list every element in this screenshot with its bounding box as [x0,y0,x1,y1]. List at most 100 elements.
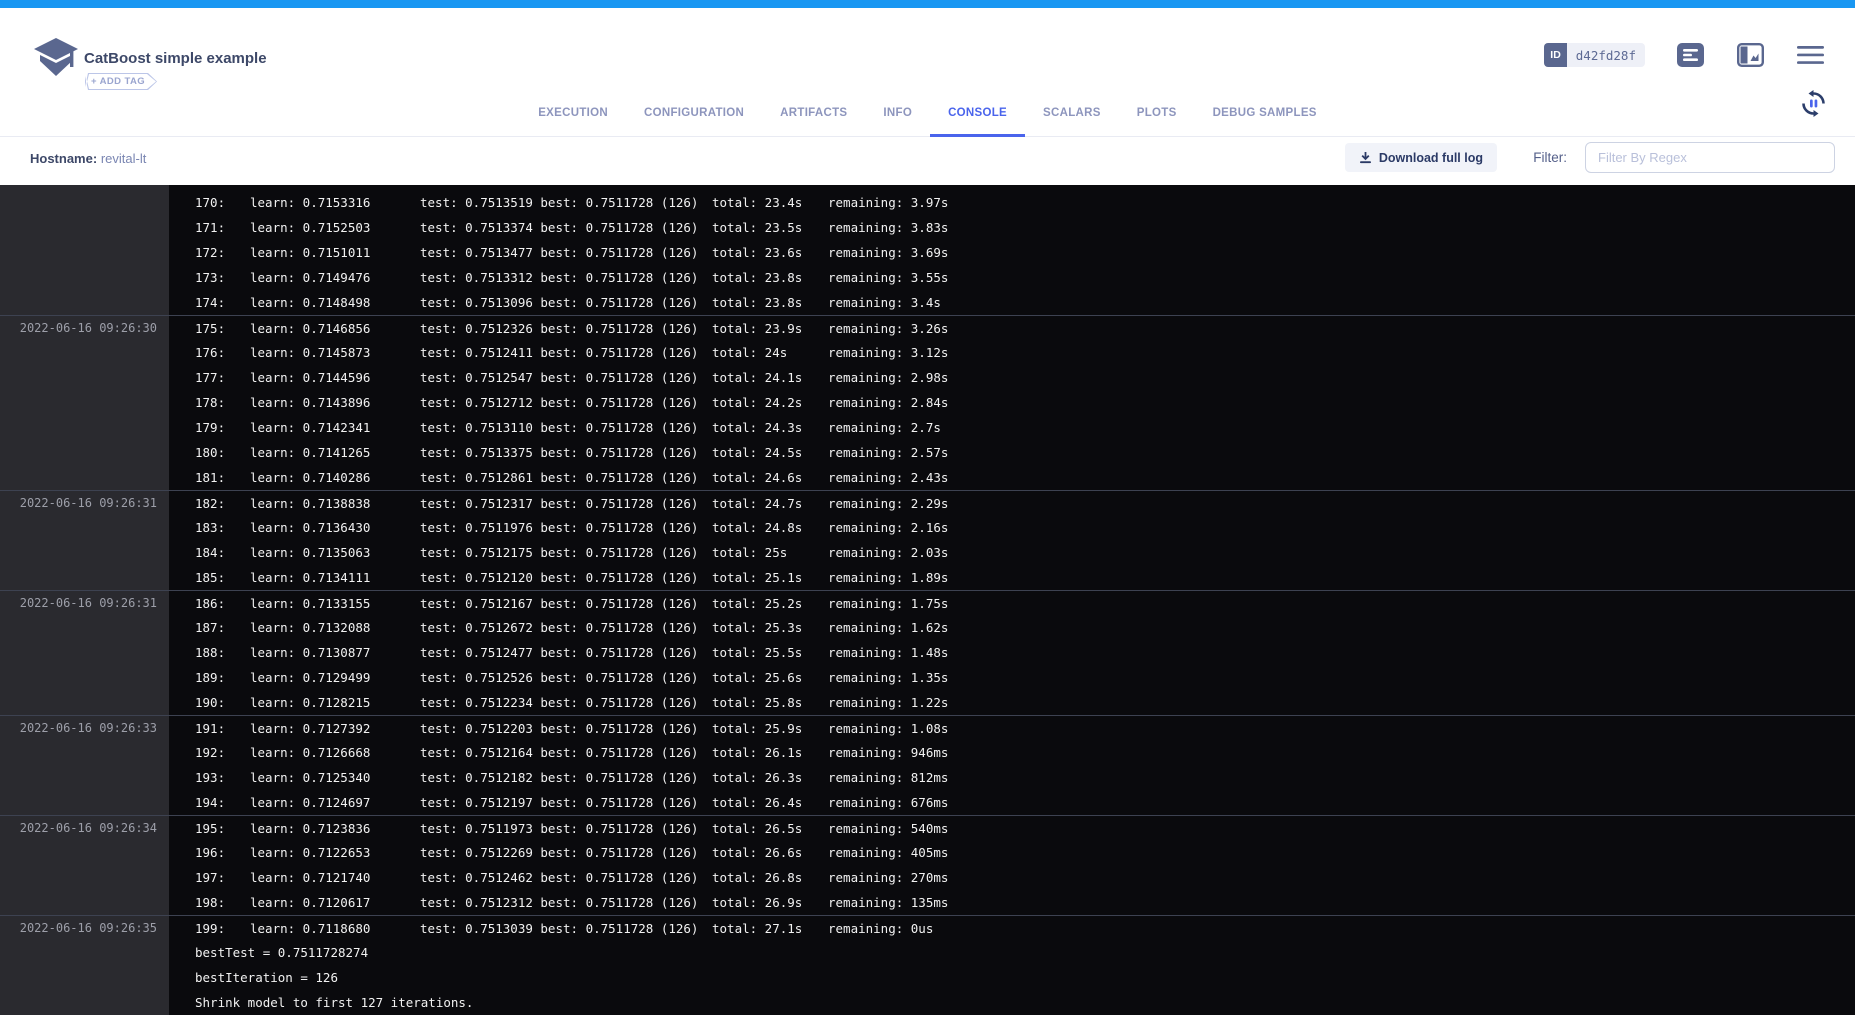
log-line: 177:learn: 0.7144596test: 0.7512547 best… [169,370,1855,385]
log-row: 189:learn: 0.7129499test: 0.7512526 best… [0,665,1855,690]
app-logo-icon [31,35,81,83]
add-tag-label: + ADD TAG [86,74,156,89]
log-row: 180:learn: 0.7141265test: 0.7513375 best… [0,440,1855,465]
log-timestamp [0,190,169,215]
log-line: 196:learn: 0.7122653test: 0.7512269 best… [169,845,1855,860]
experiment-console-page: COMPLETED CatBoost simple example + ADD … [0,0,1855,1015]
log-timestamp [0,690,169,715]
log-timestamp: 2022-06-16 09:26:31 [0,591,169,615]
log-line: 171:learn: 0.7152503test: 0.7513374 best… [169,220,1855,235]
tab-plots[interactable]: PLOTS [1119,91,1195,137]
download-full-log-button[interactable]: Download full log [1345,143,1497,172]
auto-refresh-pause-icon[interactable] [1798,88,1828,118]
log-row: 184:learn: 0.7135063test: 0.7512175 best… [0,540,1855,565]
tab-configuration[interactable]: CONFIGURATION [626,91,762,137]
log-line: 188:learn: 0.7130877test: 0.7512477 best… [169,645,1855,660]
filter-label: Filter: [1533,150,1567,165]
log-timestamp [0,640,169,665]
log-timestamp [0,565,169,590]
details-icon[interactable] [1675,42,1705,68]
log-timestamp [0,740,169,765]
log-line: 195:learn: 0.7123836test: 0.7511973 best… [169,821,1855,836]
log-row: 198:learn: 0.7120617test: 0.7512312 best… [0,890,1855,915]
log-timestamp [0,515,169,540]
id-badge-icon: ID [1544,43,1567,67]
log-row: 2022-06-16 09:26:31182:learn: 0.7138838t… [0,490,1855,515]
log-line: 199:learn: 0.7118680test: 0.7513039 best… [169,921,1855,936]
log-timestamp [0,365,169,390]
console-info-bar: Hostname: revital-lt Download full log F… [0,137,1855,185]
log-timestamp [0,265,169,290]
log-row: Shrink model to first 127 iterations. [0,990,1855,1015]
hostname-value: revital-lt [101,151,147,166]
log-line: 180:learn: 0.7141265test: 0.7513375 best… [169,445,1855,460]
log-timestamp [0,390,169,415]
log-row: bestIteration = 126 [0,965,1855,990]
log-timestamp [0,290,169,315]
log-timestamp [0,415,169,440]
log-timestamp: 2022-06-16 09:26:30 [0,316,169,340]
console-log-panel[interactable]: 170:learn: 0.7153316test: 0.7513519 best… [0,185,1855,1015]
log-line: 197:learn: 0.7121740test: 0.7512462 best… [169,870,1855,885]
add-tag-button[interactable]: + ADD TAG [85,73,157,90]
log-row: 192:learn: 0.7126668test: 0.7512164 best… [0,740,1855,765]
log-line: 184:learn: 0.7135063test: 0.7512175 best… [169,545,1855,560]
log-line: 173:learn: 0.7149476test: 0.7513312 best… [169,270,1855,285]
log-line: 186:learn: 0.7133155test: 0.7512167 best… [169,596,1855,611]
tab-info[interactable]: INFO [865,91,930,137]
log-line: 170:learn: 0.7153316test: 0.7513519 best… [169,195,1855,210]
log-timestamp [0,890,169,915]
log-timestamp: 2022-06-16 09:26:31 [0,491,169,515]
log-timestamp [0,765,169,790]
hostname-label: Hostname: [30,151,97,166]
log-row: 172:learn: 0.7151011test: 0.7513477 best… [0,240,1855,265]
tab-bar: EXECUTIONCONFIGURATIONARTIFACTSINFOCONSO… [0,91,1855,137]
split-panel-icon[interactable] [1735,42,1765,68]
log-timestamp [0,840,169,865]
menu-icon[interactable] [1795,42,1825,68]
log-row: 178:learn: 0.7143896test: 0.7512712 best… [0,390,1855,415]
log-line: bestTest = 0.7511728274 [169,945,1855,960]
filter-regex-input[interactable] [1585,142,1835,173]
log-line: 198:learn: 0.7120617test: 0.7512312 best… [169,895,1855,910]
log-timestamp [0,665,169,690]
log-row: 188:learn: 0.7130877test: 0.7512477 best… [0,640,1855,665]
log-line: 187:learn: 0.7132088test: 0.7512672 best… [169,620,1855,635]
log-line: 191:learn: 0.7127392test: 0.7512203 best… [169,721,1855,736]
log-timestamp [0,940,169,965]
tab-console[interactable]: CONSOLE [930,91,1025,137]
log-line: bestIteration = 126 [169,970,1855,985]
log-row: 194:learn: 0.7124697test: 0.7512197 best… [0,790,1855,815]
tab-artifacts[interactable]: ARTIFACTS [762,91,865,137]
log-row: 170:learn: 0.7153316test: 0.7513519 best… [0,190,1855,215]
log-timestamp: 2022-06-16 09:26:33 [0,716,169,740]
log-line: 175:learn: 0.7146856test: 0.7512326 best… [169,321,1855,336]
log-row: bestTest = 0.7511728274 [0,940,1855,965]
log-row: 183:learn: 0.7136430test: 0.7511976 best… [0,515,1855,540]
log-row: 174:learn: 0.7148498test: 0.7513096 best… [0,290,1855,315]
log-timestamp: 2022-06-16 09:26:34 [0,816,169,840]
log-timestamp [0,615,169,640]
log-timestamp [0,790,169,815]
log-row: 181:learn: 0.7140286test: 0.7512861 best… [0,465,1855,490]
log-timestamp [0,540,169,565]
tab-debug-samples[interactable]: DEBUG SAMPLES [1195,91,1335,137]
experiment-id-chip[interactable]: ID d42fd28f [1544,43,1645,67]
log-line: 192:learn: 0.7126668test: 0.7512164 best… [169,745,1855,760]
log-line: 185:learn: 0.7134111test: 0.7512120 best… [169,570,1855,585]
page-title: CatBoost simple example [84,50,267,67]
log-row: 2022-06-16 09:26:34195:learn: 0.7123836t… [0,815,1855,840]
log-row: 179:learn: 0.7142341test: 0.7513110 best… [0,415,1855,440]
log-timestamp [0,240,169,265]
download-icon [1359,151,1372,164]
log-line: 178:learn: 0.7143896test: 0.7512712 best… [169,395,1855,410]
tab-scalars[interactable]: SCALARS [1025,91,1119,137]
tab-execution[interactable]: EXECUTION [520,91,626,137]
log-row: 171:learn: 0.7152503test: 0.7513374 best… [0,215,1855,240]
log-line: 194:learn: 0.7124697test: 0.7512197 best… [169,795,1855,810]
log-line: 183:learn: 0.7136430test: 0.7511976 best… [169,520,1855,535]
log-line: 190:learn: 0.7128215test: 0.7512234 best… [169,695,1855,710]
log-line: 176:learn: 0.7145873test: 0.7512411 best… [169,345,1855,360]
log-timestamp [0,440,169,465]
log-timestamp [0,990,169,1015]
